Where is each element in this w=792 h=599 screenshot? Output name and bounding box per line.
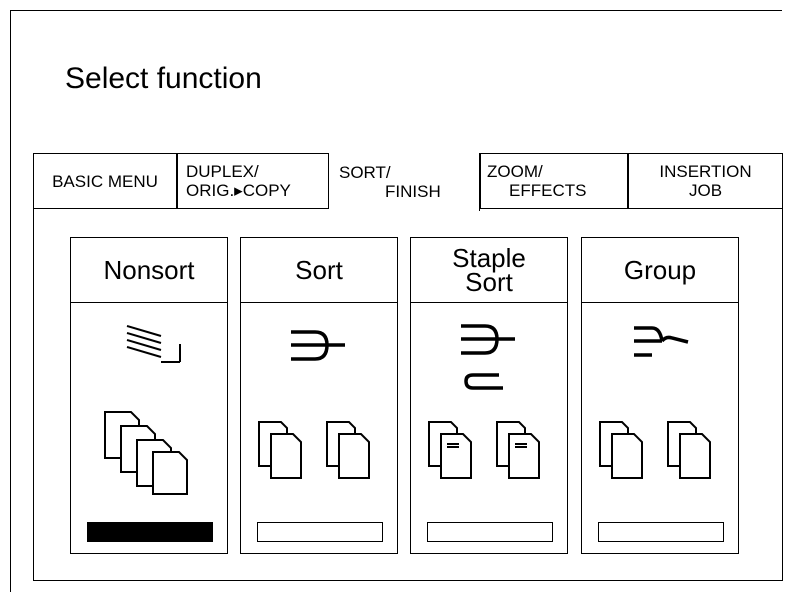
page-title: Select function xyxy=(65,62,262,95)
group-indicator xyxy=(598,522,724,542)
tab-zoom-line2: EFFECTS xyxy=(509,181,587,200)
nonsort-label: Nonsort xyxy=(71,238,227,303)
nonsort-indicator xyxy=(87,522,213,542)
nonsort-pages-icon xyxy=(104,411,188,495)
staple-icon xyxy=(464,373,503,390)
tab-sort-line2: FINISH xyxy=(385,182,441,201)
tab-insertion-job[interactable]: INSERTION JOB xyxy=(628,153,783,209)
staple-sort-indicator xyxy=(427,522,553,542)
staple-sort-label: Staple Sort xyxy=(411,238,567,303)
sort-pages-icon xyxy=(258,421,370,479)
tab-duplex-line2: ORIG.▸COPY xyxy=(186,181,291,200)
staple-sort-button[interactable]: Staple Sort xyxy=(410,237,568,554)
staple-sort-pages-icon xyxy=(428,421,540,479)
nonsort-button[interactable]: Nonsort xyxy=(70,237,228,554)
sort-label: Sort xyxy=(241,238,397,303)
tab-insertion-line2: JOB xyxy=(688,181,723,200)
tab-duplex-orig-copy[interactable]: DUPLEX/ ORIG.▸COPY xyxy=(177,153,329,209)
tab-basic-menu[interactable]: BASIC MENU xyxy=(33,153,177,209)
sort-button[interactable]: Sort xyxy=(240,237,398,554)
tab-zoom-line1: ZOOM/ xyxy=(487,162,543,181)
tab-duplex-line1: DUPLEX/ xyxy=(186,162,259,181)
sort-fork-icon xyxy=(291,330,345,361)
nonsort-stack-icon xyxy=(126,325,181,363)
tab-sort-finish[interactable]: SORT/ FINISH xyxy=(329,153,480,211)
tab-zoom-effects[interactable]: ZOOM/ EFFECTS xyxy=(480,153,628,209)
group-label: Group xyxy=(582,238,738,303)
group-icon xyxy=(634,326,689,357)
staple-sort-fork-icon xyxy=(461,324,515,355)
tab-insertion-line1: INSERTION xyxy=(659,162,752,181)
sort-indicator xyxy=(257,522,383,542)
group-button[interactable]: Group xyxy=(581,237,739,554)
tab-sort-line1: SORT/ xyxy=(339,163,391,182)
tab-basic-menu-label: BASIC MENU xyxy=(52,171,158,191)
group-pages-icon xyxy=(599,421,711,479)
